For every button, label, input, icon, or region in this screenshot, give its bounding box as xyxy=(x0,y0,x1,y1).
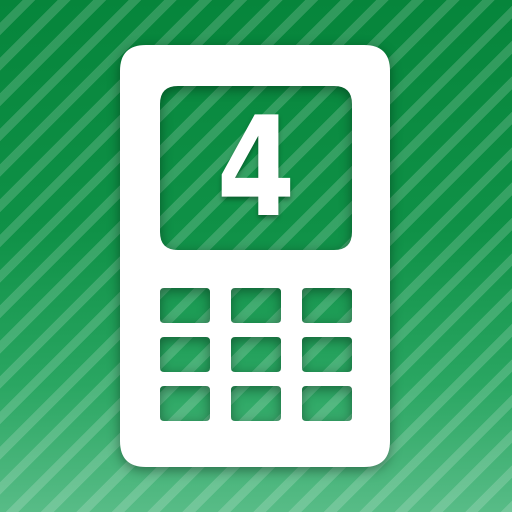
mobile-phone-icon xyxy=(120,45,390,467)
display-number: 4 xyxy=(216,87,296,248)
app-icon[interactable]: 4 xyxy=(0,0,512,512)
